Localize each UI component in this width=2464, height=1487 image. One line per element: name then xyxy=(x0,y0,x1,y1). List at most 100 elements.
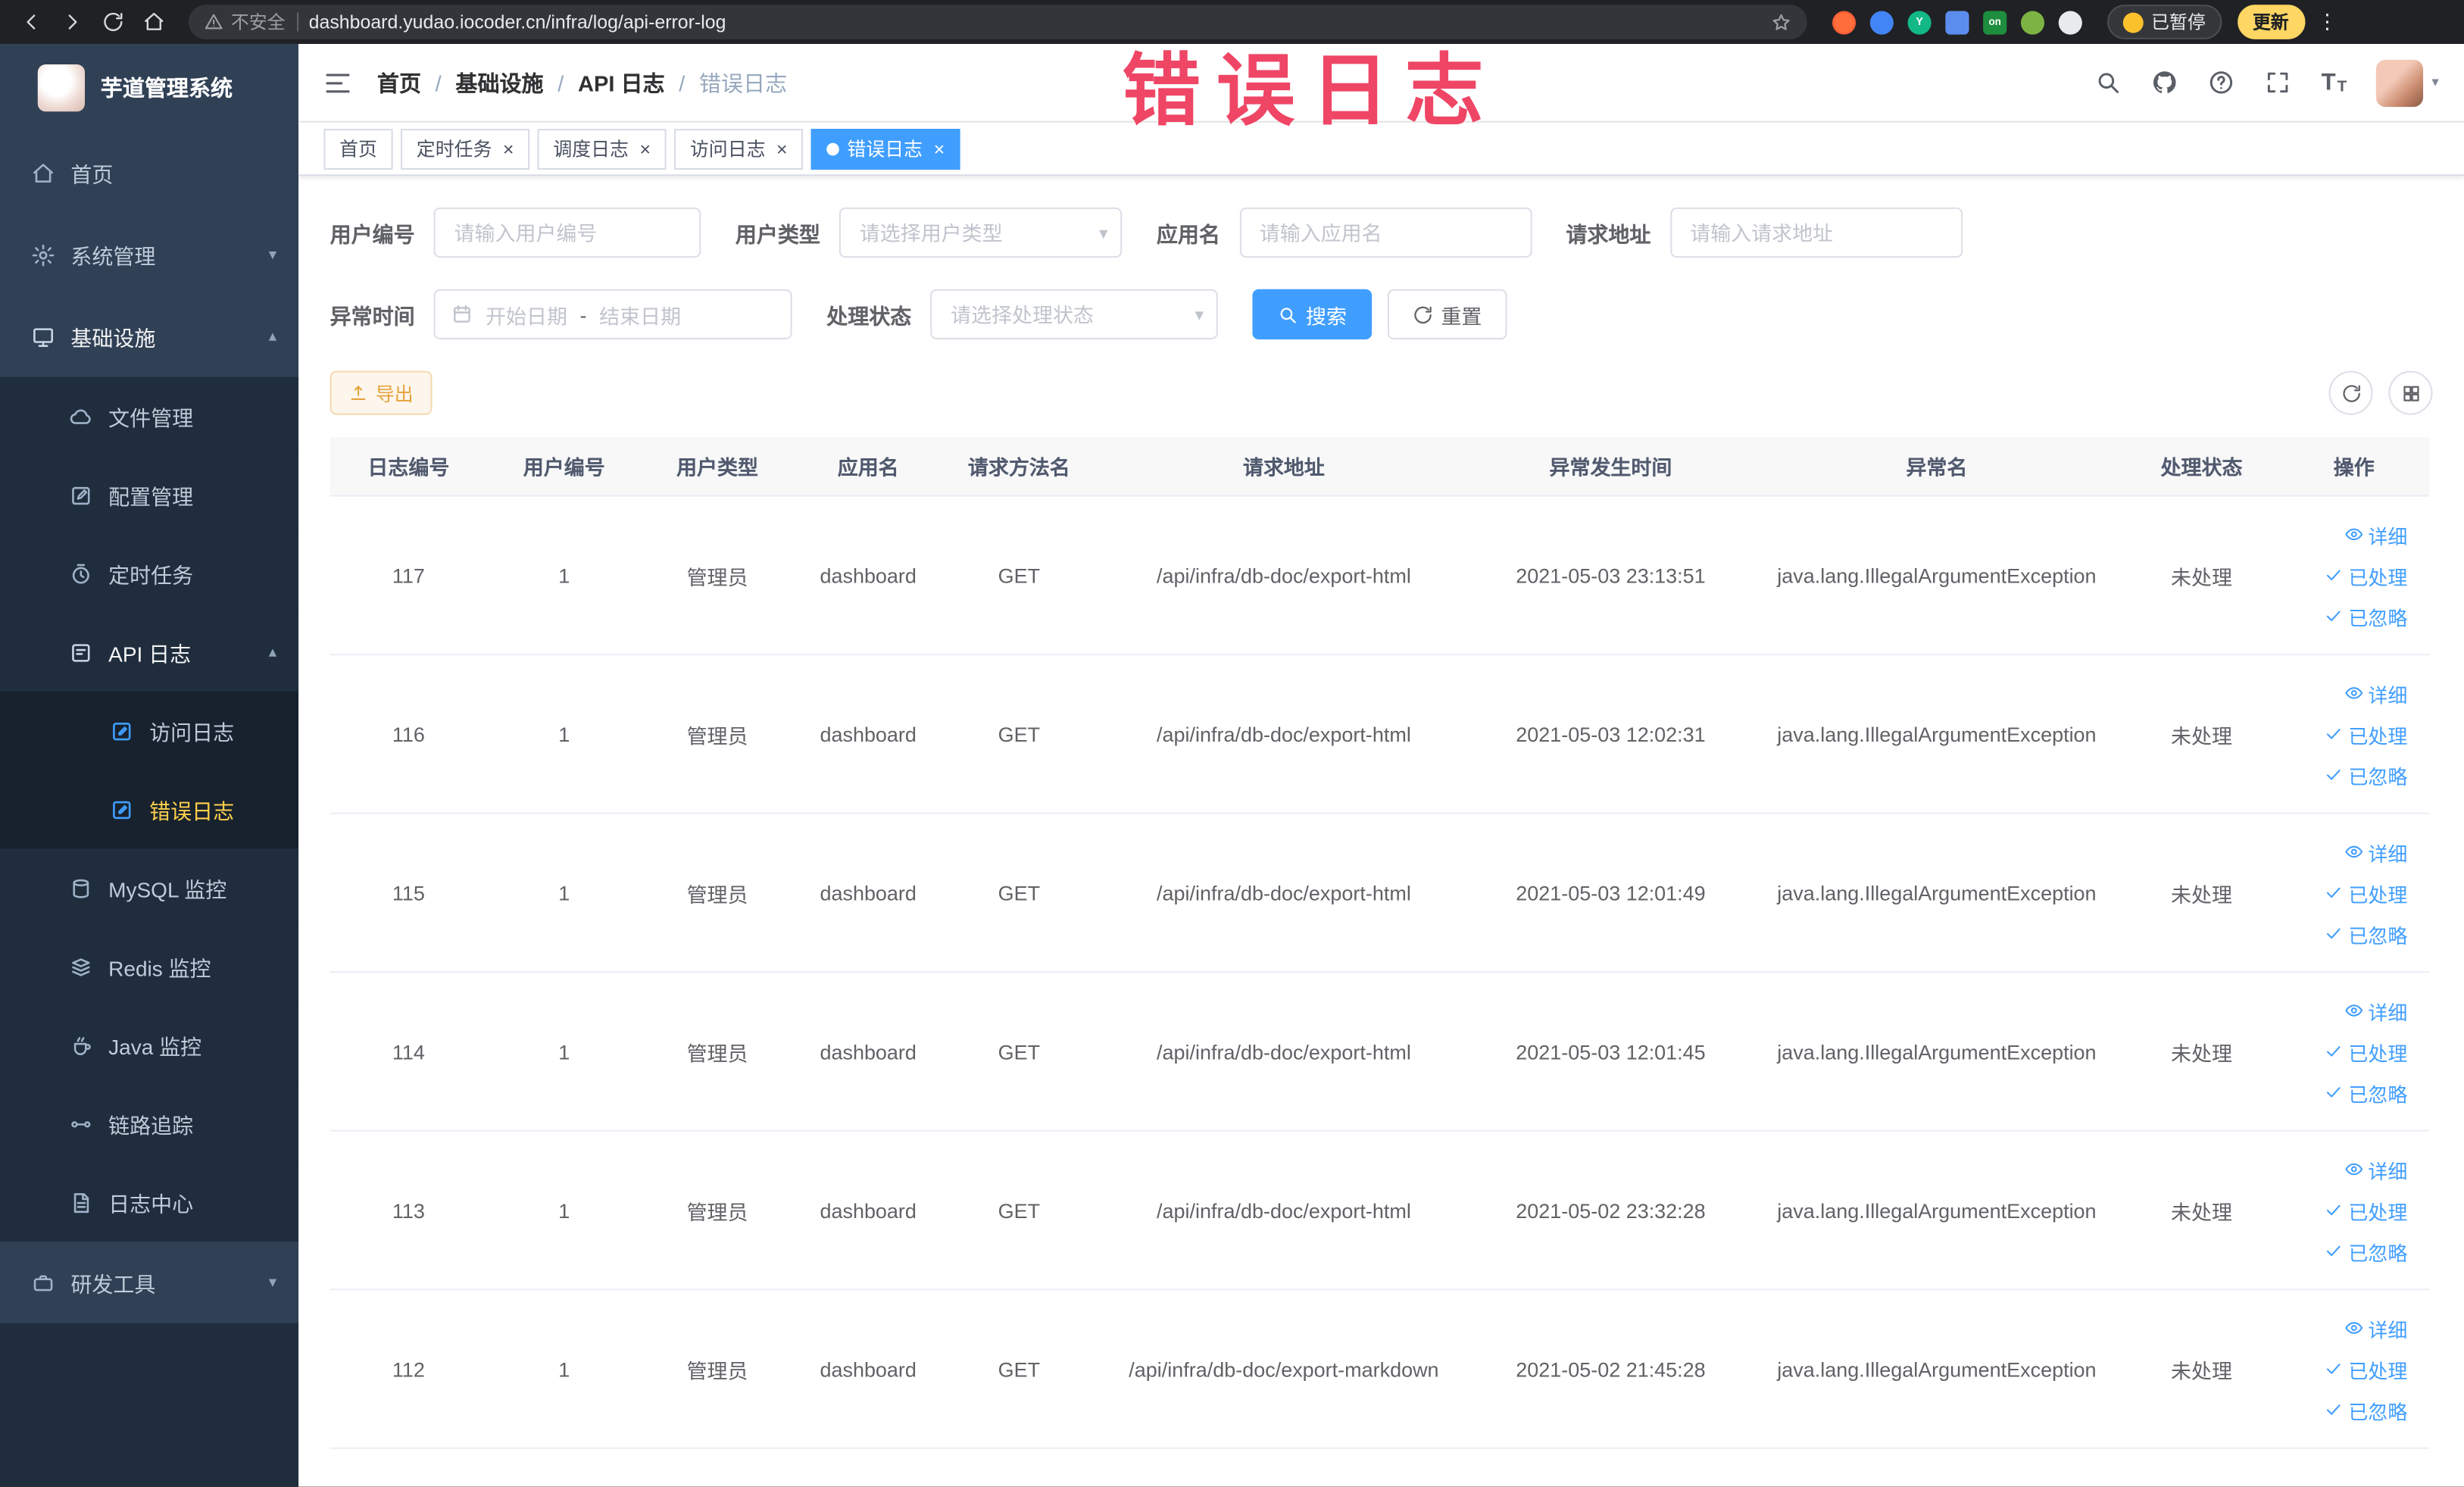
column-settings-button[interactable] xyxy=(2388,370,2433,415)
search-icon[interactable] xyxy=(2095,69,2122,95)
tab-home[interactable]: 首页 xyxy=(323,128,393,170)
cell-log-id: 113 xyxy=(392,1198,425,1223)
close-icon[interactable]: × xyxy=(934,139,945,158)
sidebar-item-mysql-monitor[interactable]: MySQL 监控 xyxy=(0,848,299,928)
app-name-input[interactable] xyxy=(1238,207,1532,258)
cell-status: 未处理 xyxy=(2171,564,2232,589)
search-button[interactable]: 搜索 xyxy=(1252,289,1373,340)
range-separator: - xyxy=(579,302,587,326)
mark-processed-link[interactable]: 已处理 xyxy=(2325,1354,2407,1383)
detail-link[interactable]: 详细 xyxy=(2344,678,2407,708)
sidebar-item-file-mgmt[interactable]: 文件管理 xyxy=(0,376,299,456)
sidebar-item-infra[interactable]: 基础设施 ▴ xyxy=(0,295,299,377)
mark-ignored-link[interactable]: 已忽略 xyxy=(2325,760,2407,789)
user-type-select[interactable] xyxy=(839,207,1123,258)
sidebar-item-redis-monitor[interactable]: Redis 监控 xyxy=(0,927,299,1006)
detail-link[interactable]: 详细 xyxy=(2344,1154,2407,1184)
request-url-input[interactable] xyxy=(1669,207,1963,258)
sidebar-item-api-log[interactable]: API 日志 ▴ xyxy=(0,613,299,692)
security-label: 不安全 xyxy=(230,14,286,33)
detail-link[interactable]: 详细 xyxy=(2344,520,2407,549)
chevron-down-icon: ▾ xyxy=(268,1273,277,1292)
close-icon[interactable]: × xyxy=(639,139,651,158)
sidebar-item-java-monitor[interactable]: Java 监控 xyxy=(0,1005,299,1085)
browser-back-icon[interactable] xyxy=(13,3,51,41)
sidebar-item-log-center[interactable]: 日志中心 xyxy=(0,1163,299,1242)
detail-link[interactable]: 详细 xyxy=(2344,837,2407,867)
app-logo[interactable]: 芋道管理系统 xyxy=(0,44,299,133)
sidebar-item-system[interactable]: 系统管理 ▾ xyxy=(0,214,299,296)
not-secure-badge[interactable]: 不安全 xyxy=(205,9,286,34)
browser-reload-icon[interactable] xyxy=(94,3,132,41)
error-log-table: 日志编号 用户编号 用户类型 应用名 请求方法名 请求地址 异常发生时间 异常名 处理状态 操作 … xyxy=(329,436,2430,1449)
mark-processed-link[interactable]: 已处理 xyxy=(2325,878,2407,908)
mark-ignored-link[interactable]: 已忽略 xyxy=(2325,1236,2407,1266)
tab-scheduled-tasks[interactable]: 定时任务 × xyxy=(401,128,530,170)
tab-schedule-log[interactable]: 调度日志 × xyxy=(537,128,667,170)
chevron-up-icon: ▴ xyxy=(268,643,277,661)
font-size-icon[interactable]: TT xyxy=(2322,69,2347,95)
tab-error-log[interactable]: 错误日志 × xyxy=(810,128,960,170)
sidebar-collapse-icon[interactable] xyxy=(323,68,351,96)
extension-icon[interactable] xyxy=(1832,10,1857,34)
breadcrumb-home[interactable]: 首页 xyxy=(377,67,421,98)
github-icon[interactable] xyxy=(2152,69,2178,95)
mark-ignored-link[interactable]: 已忽略 xyxy=(2325,919,2407,948)
mark-processed-link[interactable]: 已处理 xyxy=(2325,561,2407,590)
sidebar-item-home[interactable]: 首页 xyxy=(0,132,299,214)
column-header: 异常发生时间 xyxy=(1549,455,1672,480)
cell-actions: 详细 已处理 已忽略 xyxy=(2278,1313,2429,1424)
cell-exception-time: 2021-05-03 12:01:45 xyxy=(1516,1039,1706,1064)
end-date-placeholder: 结束日期 xyxy=(599,304,682,328)
user-menu[interactable]: ▾ xyxy=(2376,58,2439,107)
bookmark-star-icon[interactable] xyxy=(1771,12,1791,33)
paused-pill[interactable]: 已暂停 xyxy=(2107,5,2222,39)
date-range-picker[interactable]: 开始日期 - 结束日期 xyxy=(433,289,792,340)
tab-access-log[interactable]: 访问日志 × xyxy=(674,128,804,170)
column-header: 处理状态 xyxy=(2160,455,2243,480)
url-text[interactable]: dashboard.yudao.iocoder.cn/infra/log/api… xyxy=(309,11,726,33)
browser-home-icon[interactable] xyxy=(135,3,173,41)
browser-forward-icon[interactable] xyxy=(54,3,92,41)
help-icon[interactable] xyxy=(2208,69,2234,95)
browser-menu-icon[interactable]: ⋮ xyxy=(2308,9,2347,34)
mark-ignored-link[interactable]: 已忽略 xyxy=(2325,1077,2407,1107)
annotation-error-log: 错误日志 xyxy=(1122,47,1500,136)
sidebar-item-dev-tools[interactable]: 研发工具 ▾ xyxy=(0,1241,299,1323)
extension-icon[interactable] xyxy=(2020,10,2045,34)
gear-icon xyxy=(31,243,55,267)
avatar[interactable] xyxy=(2376,58,2425,107)
column-header: 请求地址 xyxy=(1242,455,1325,480)
process-status-select[interactable] xyxy=(930,289,1218,340)
close-icon[interactable]: × xyxy=(776,139,788,158)
user-id-input[interactable] xyxy=(433,207,701,258)
sidebar-item-error-log[interactable]: 错误日志 xyxy=(0,770,299,849)
reset-button[interactable]: 重置 xyxy=(1387,289,1507,340)
export-button[interactable]: 导出 xyxy=(329,370,433,415)
sidebar-item-trace[interactable]: 链路追踪 xyxy=(0,1084,299,1164)
extension-icon[interactable] xyxy=(2058,10,2082,34)
sidebar-item-config-mgmt[interactable]: 配置管理 xyxy=(0,455,299,535)
sidebar-item-scheduled-tasks[interactable]: 定时任务 xyxy=(0,534,299,614)
mark-processed-link[interactable]: 已处理 xyxy=(2325,1036,2407,1066)
extension-icon[interactable] xyxy=(1945,10,1969,34)
cell-user-id: 1 xyxy=(558,880,570,904)
detail-link[interactable]: 详细 xyxy=(2344,995,2407,1025)
address-bar[interactable]: 不安全 dashboard.yudao.iocoder.cn/infra/log… xyxy=(188,5,1807,39)
detail-link[interactable]: 详细 xyxy=(2344,1313,2407,1342)
breadcrumb-infra[interactable]: 基础设施 xyxy=(455,67,543,98)
refresh-button[interactable] xyxy=(2328,370,2373,415)
fullscreen-icon[interactable] xyxy=(2265,69,2291,95)
extension-icon[interactable]: Y xyxy=(1907,10,1932,34)
mark-processed-link[interactable]: 已处理 xyxy=(2325,719,2407,748)
breadcrumb-api-log[interactable]: API 日志 xyxy=(578,67,665,98)
cell-app-name: dashboard xyxy=(820,1039,917,1064)
sidebar-item-access-log[interactable]: 访问日志 xyxy=(0,691,299,770)
close-icon[interactable]: × xyxy=(503,139,514,158)
extension-on-badge[interactable]: on xyxy=(1983,10,2007,34)
extension-icon[interactable] xyxy=(1869,10,1894,34)
mark-ignored-link[interactable]: 已忽略 xyxy=(2325,601,2407,631)
mark-processed-link[interactable]: 已处理 xyxy=(2325,1195,2407,1225)
update-pill[interactable]: 更新 xyxy=(2237,5,2305,39)
mark-ignored-link[interactable]: 已忽略 xyxy=(2325,1395,2407,1424)
